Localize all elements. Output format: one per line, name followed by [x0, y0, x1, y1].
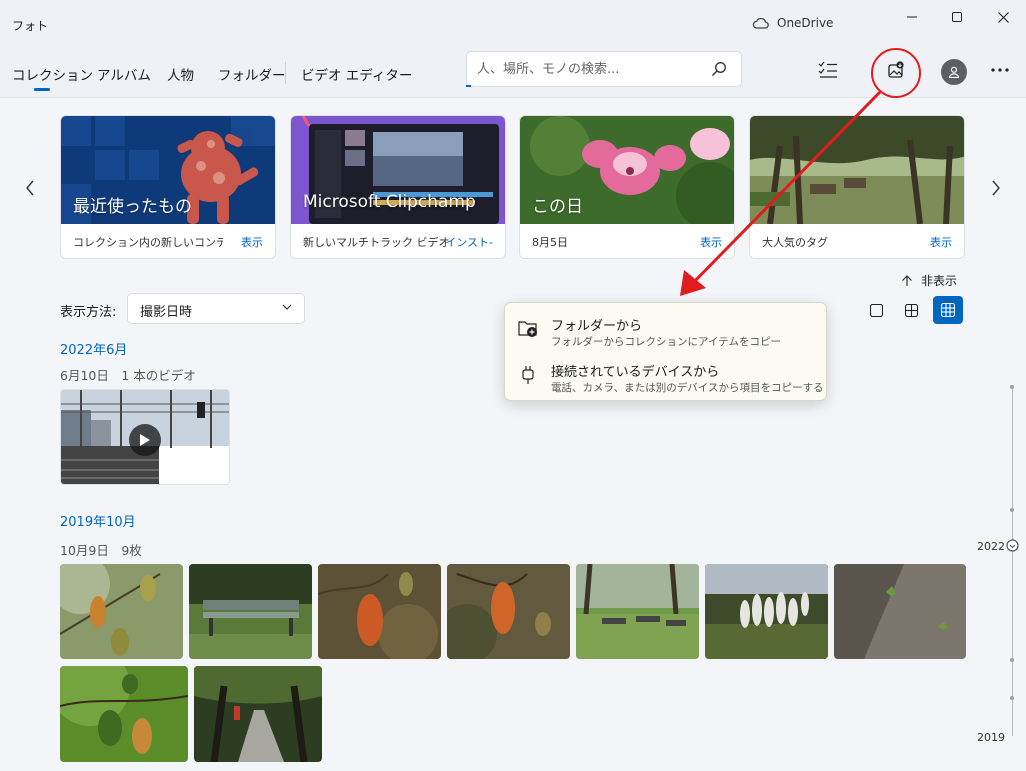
card-clipchamp-description: 新しいマルチトラック ビデオ エ... [303, 236, 453, 249]
day-heading-2019-10-09: 10月9日 9枚 [60, 543, 142, 558]
carousel-next-button[interactable] [986, 176, 1006, 200]
person-icon [948, 66, 960, 78]
tab-album[interactable]: アルバム [97, 64, 151, 84]
view-small-button[interactable] [933, 296, 963, 324]
photo-green-leaves [60, 666, 188, 762]
search-focus-accent [466, 85, 471, 87]
photo-thumbnail[interactable] [318, 564, 441, 659]
grid-2x2-icon [904, 303, 918, 317]
maximize-button[interactable] [934, 4, 980, 30]
scrubber-marker [1010, 385, 1014, 389]
photo-thumbnail[interactable] [834, 564, 966, 659]
card-recent[interactable]: 最近使ったもの コレクション内の新しいコンテ... 表示 [60, 115, 276, 259]
menu-item-from-device-description: 電話、カメラ、または別のデバイスから項目をコピーする [551, 382, 824, 394]
tab-collection[interactable]: コレクション [12, 64, 93, 84]
photo-thumbnail[interactable] [189, 564, 312, 659]
search-icon[interactable] [711, 61, 727, 77]
play-icon [140, 434, 150, 446]
onedrive-status[interactable]: OneDrive [752, 16, 833, 30]
menu-item-from-device-title: 接続されているデバイスから [551, 365, 720, 380]
minimize-button[interactable] [889, 4, 935, 30]
card-on-this-day-title: この日 [532, 197, 583, 217]
scrubber-year-2022[interactable]: 2022 [977, 540, 1005, 553]
photo-leaf-3 [447, 564, 570, 659]
card-popular-tags-action-link[interactable]: 表示 [930, 234, 952, 250]
card-recent-action-link[interactable]: 表示 [241, 234, 263, 250]
photo-thumbnail[interactable] [194, 666, 322, 762]
photo-ground [834, 564, 966, 659]
photo-leaf-2 [318, 564, 441, 659]
hide-carousel-button[interactable]: 非表示 [901, 272, 957, 289]
more-icon [991, 68, 1009, 72]
more-options-button[interactable] [986, 56, 1014, 84]
sort-label: 表示方法: [60, 305, 117, 320]
photo-thumbnail[interactable] [60, 564, 183, 659]
close-button[interactable] [980, 4, 1026, 30]
checklist-icon [818, 61, 837, 78]
hide-label: 非表示 [921, 274, 958, 288]
photo-pampas-grass [705, 564, 828, 659]
tab-folders[interactable]: フォルダー [218, 64, 286, 84]
month-heading-2019-10: 2019年10月 [60, 515, 136, 530]
card-recent-title: 最近使ったもの [73, 197, 192, 217]
month-heading-2022-06: 2022年6月 [60, 343, 128, 358]
import-menu: フォルダーから フォルダーからコレクションにアイテムをコピー 接続されているデバ… [504, 302, 827, 401]
nav-divider [285, 62, 286, 84]
card-on-this-day-description: 8月5日 [532, 236, 568, 249]
avatar[interactable] [941, 59, 967, 85]
card-clipchamp[interactable]: Microsoft Clipchamp 新しいマルチトラック ビデオ エ... … [290, 115, 506, 259]
card-recent-description: コレクション内の新しいコンテ... [73, 236, 223, 249]
video-thumbnail[interactable] [60, 389, 230, 485]
menu-item-from-folder-title: フォルダーから [551, 319, 643, 334]
minimize-icon [907, 16, 917, 18]
scrubber-year-2019[interactable]: 2019 [977, 731, 1005, 744]
title-bar: フォト OneDrive [0, 0, 1026, 46]
grid-3x3-icon [941, 303, 955, 317]
menu-item-from-folder[interactable]: フォルダーから フォルダーからコレクションにアイテムをコピー [505, 307, 828, 353]
sort-dropdown[interactable]: 撮影日時 [127, 293, 305, 324]
scrubber-marker [1010, 508, 1014, 512]
photo-bench [189, 564, 312, 659]
day-heading-2022-06-10: 6月10日 1 本のビデオ [60, 368, 196, 383]
app-title: フォト [12, 19, 49, 33]
view-medium-button[interactable] [896, 296, 926, 324]
photo-leaf-1 [60, 564, 183, 659]
card-clipchamp-action-link[interactable]: インスト- [445, 234, 493, 250]
photo-thumbnail[interactable] [60, 666, 188, 762]
photo-thumbnail[interactable] [576, 564, 699, 659]
carousel-prev-button[interactable] [20, 176, 40, 200]
scrubber-thumb[interactable] [1006, 539, 1019, 552]
photo-thumbnail[interactable] [447, 564, 570, 659]
cloud-icon [752, 17, 769, 29]
timeline-scrubber[interactable] [1012, 386, 1013, 736]
onedrive-label: OneDrive [777, 16, 834, 30]
tab-video-editor[interactable]: ビデオ エディター [301, 64, 412, 84]
photo-thumbnail[interactable] [705, 564, 828, 659]
scrubber-marker [1010, 696, 1014, 700]
tab-people[interactable]: 人物 [167, 64, 194, 84]
menu-item-from-device[interactable]: 接続されているデバイスから 電話、カメラ、または別のデバイスから項目をコピーする [505, 353, 828, 399]
photo-park-tables [576, 564, 699, 659]
select-button[interactable] [814, 56, 842, 84]
maximize-icon [952, 12, 962, 22]
scrubber-marker [1010, 658, 1014, 662]
play-button[interactable] [129, 424, 161, 456]
active-tab-indicator [34, 88, 50, 91]
annotation-arrow [680, 90, 882, 296]
menu-item-from-folder-description: フォルダーからコレクションにアイテムをコピー [551, 336, 781, 348]
usb-plug-icon [522, 366, 534, 384]
photo-tree-path [194, 666, 322, 762]
card-clipchamp-title: Microsoft Clipchamp [303, 192, 476, 212]
chevron-down-icon [282, 304, 292, 310]
chevron-left-icon [26, 180, 34, 196]
chevron-right-icon [992, 180, 1000, 196]
view-large-button[interactable] [861, 296, 891, 324]
folder-add-icon [518, 321, 537, 337]
square-icon [869, 303, 883, 317]
arrow-up-icon [902, 274, 912, 286]
sort-value: 撮影日時 [140, 305, 193, 320]
close-icon [997, 11, 1009, 23]
search-input[interactable] [477, 60, 707, 78]
